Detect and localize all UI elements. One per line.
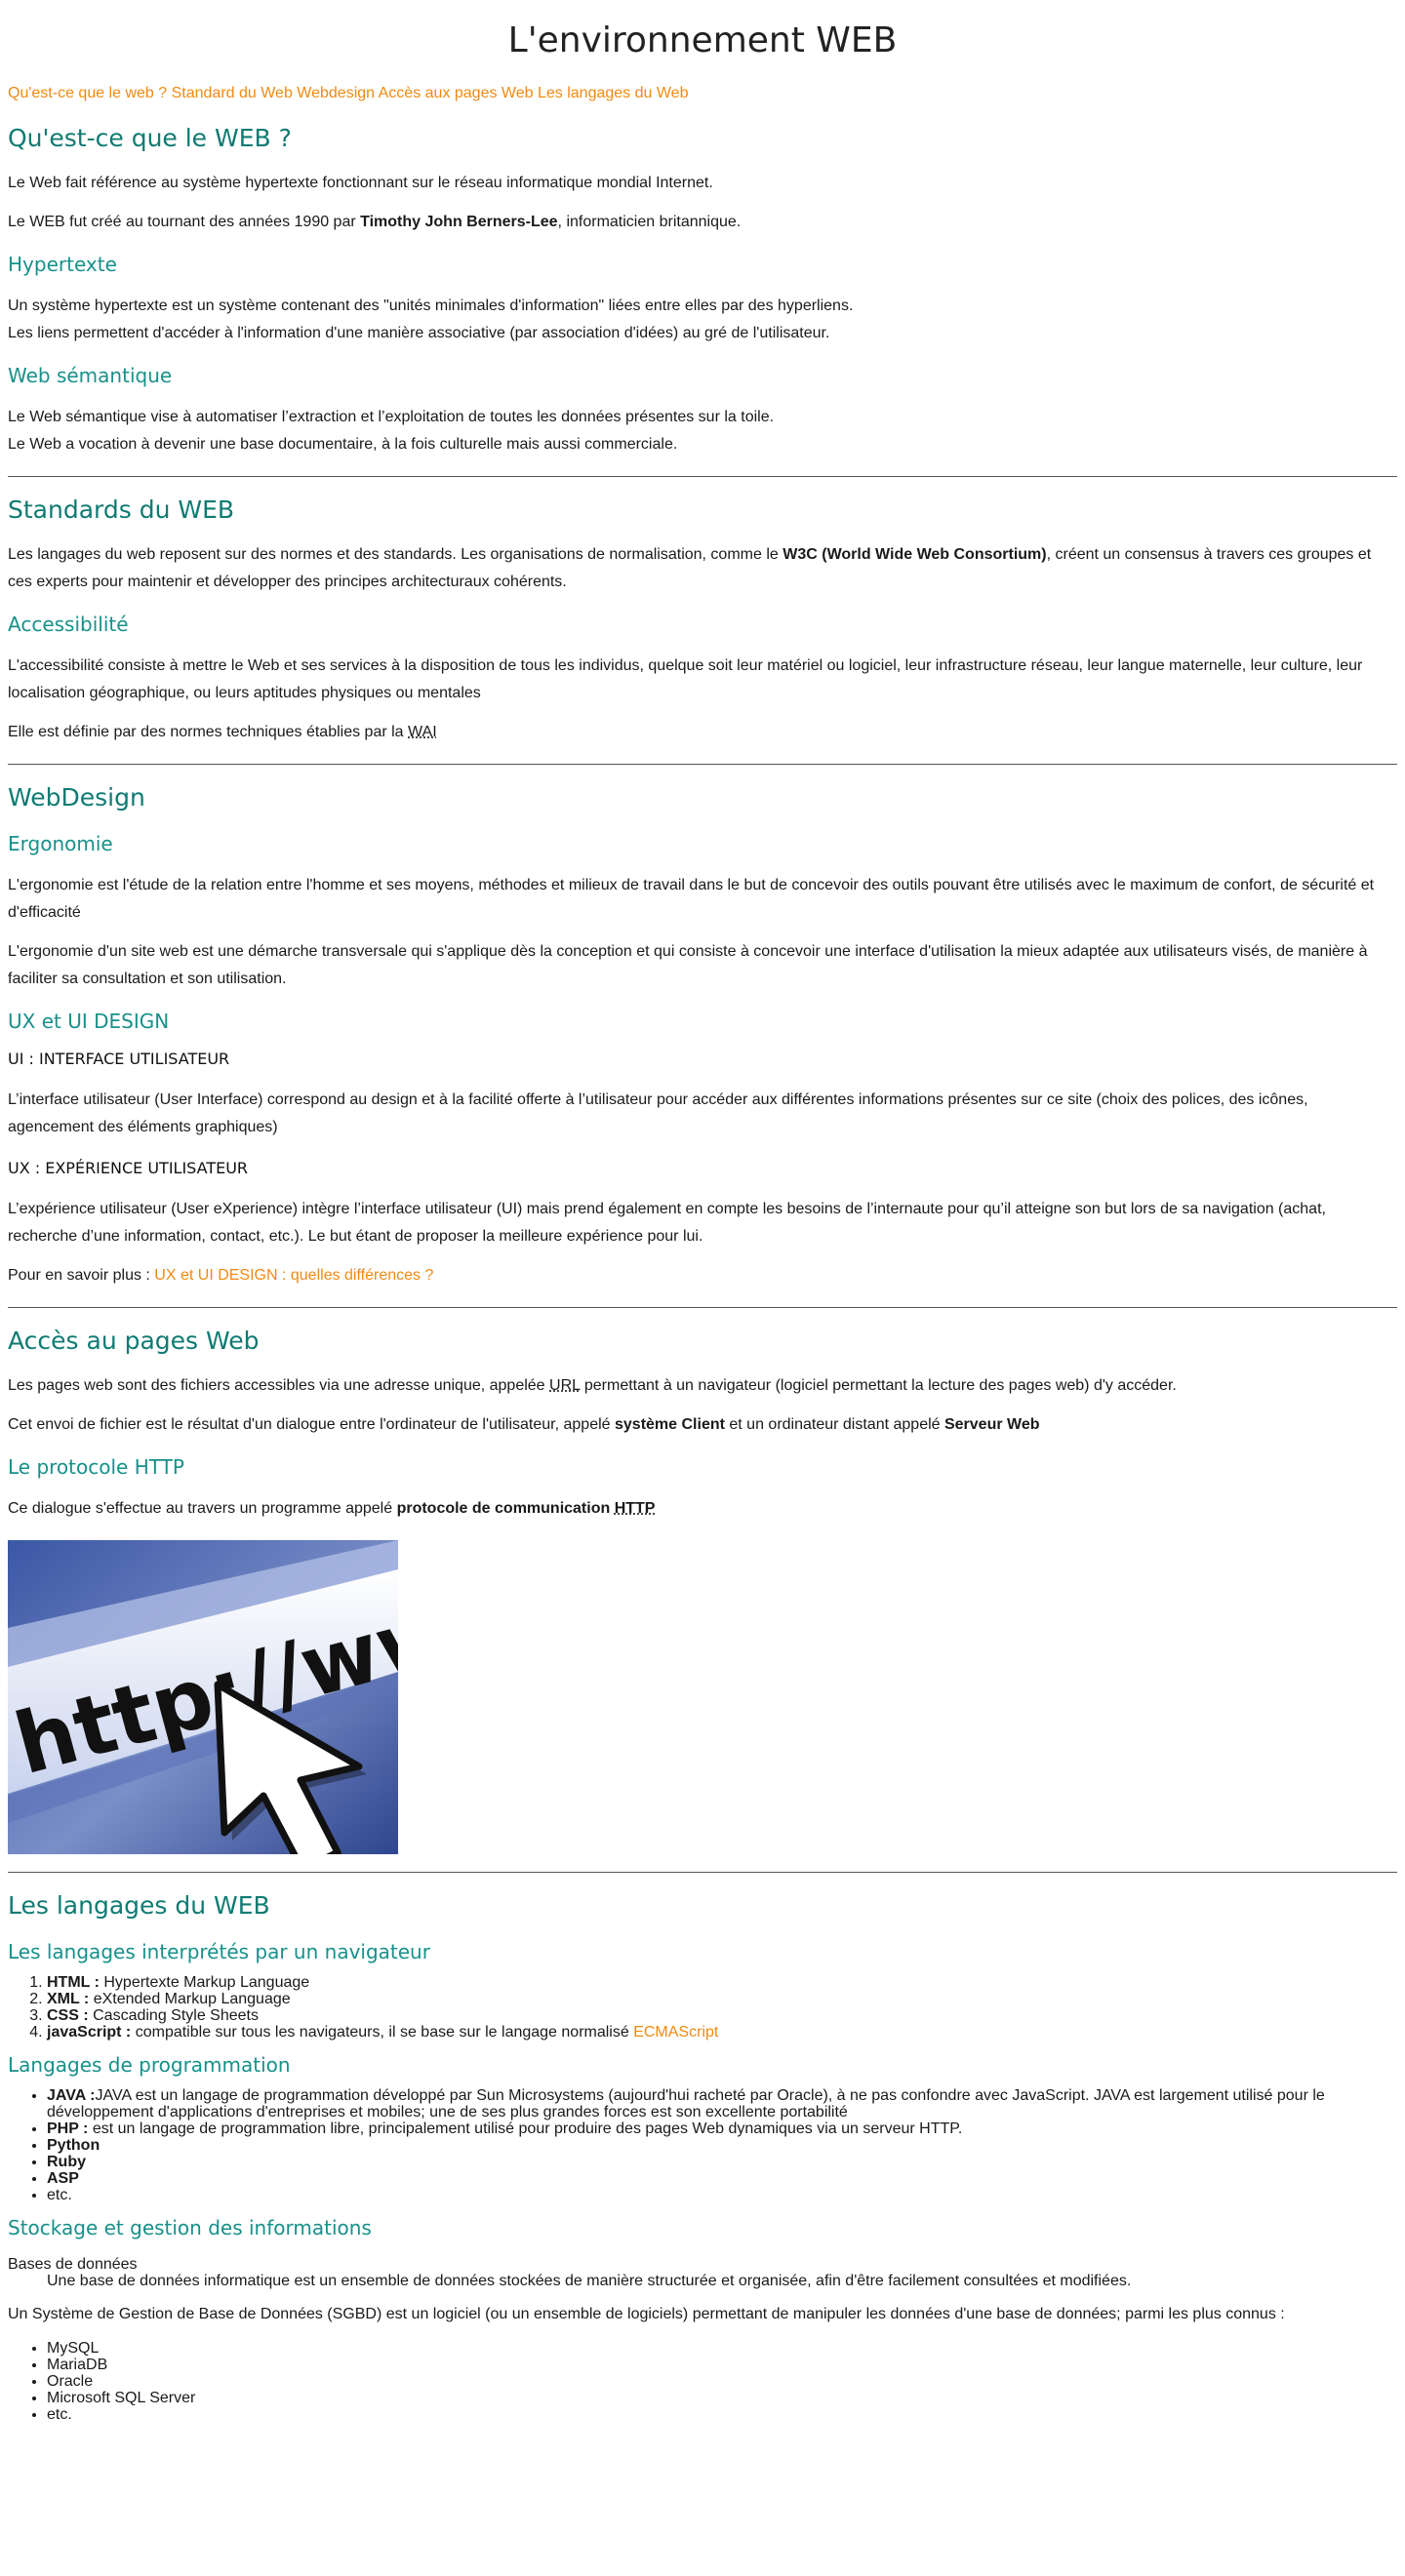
paragraph: Le Web fait référence au système hyperte… [8, 175, 713, 191]
list-item: MariaDB [47, 2357, 1397, 2373]
page: L'environnement WEB Qu'est-ce que le web… [0, 0, 1405, 2423]
paragraph: L'ergonomie d'un site web est une démarc… [8, 943, 1368, 987]
link-ecmascript[interactable]: ECMAScript [633, 2024, 718, 2041]
list-item: Python [47, 2137, 1397, 2154]
paragraph: Le Web sémantique vise à automatiser l’e… [8, 409, 775, 453]
list-item: ASP [47, 2170, 1397, 2187]
list-item: HTML : Hypertexte Markup Language [47, 1974, 1397, 1991]
subheading-hypertexte: Hypertexte [8, 253, 117, 276]
http-illustration-image: http://www [8, 1540, 398, 1854]
paragraph: Un système hypertexte est un système con… [8, 297, 854, 341]
subheading-accessibilite: Accessibilité [8, 613, 129, 636]
subheading-ux: UX : EXPÉRIENCE UTILISATEUR [8, 1159, 249, 1177]
paragraph: Ce dialogue s'effectue au travers un pro… [8, 1500, 656, 1517]
nav-link-langages[interactable]: Les langages du Web [538, 85, 688, 101]
paragraph: Un Système de Gestion de Base de Données… [8, 2306, 1285, 2322]
list-item: etc. [47, 2187, 1397, 2203]
page-title: L'environnement WEB [507, 20, 898, 60]
paragraph: Les pages web sont des fichiers accessib… [8, 1377, 1177, 1394]
list-item: Ruby [47, 2154, 1397, 2170]
browser-languages-list: HTML : Hypertexte Markup Language XML : … [8, 1974, 1397, 2041]
paragraph: Le WEB fut créé au tournant des années 1… [8, 214, 742, 230]
section-heading-web: Qu'est-ce que le WEB ? [8, 124, 292, 152]
list-item: JAVA :JAVA est un langage de programmati… [47, 2087, 1397, 2120]
list-item: PHP : est un langage de programmation li… [47, 2120, 1397, 2137]
section-heading-standards: Standards du WEB [8, 495, 235, 524]
section-heading-acces: Accès au pages Web [8, 1327, 260, 1355]
nav-link-standards[interactable]: Standard du Web [172, 85, 293, 101]
database-list: MySQL MariaDB Oracle Microsoft SQL Serve… [8, 2340, 1397, 2423]
list-item: CSS : Cascading Style Sheets [47, 2007, 1397, 2024]
list-item: Microsoft SQL Server [47, 2390, 1397, 2406]
section-divider [8, 1307, 1397, 1308]
nav-bar: Qu'est-ce que le web ? Standard du Web W… [8, 82, 1397, 105]
definition-description: Une base de données informatique est un … [47, 2273, 1132, 2289]
nav-link-webdesign[interactable]: Webdesign [297, 85, 375, 101]
subheading-langages-programmation: Langages de programmation [8, 2053, 291, 2077]
subheading-ergonomie: Ergonomie [8, 832, 113, 855]
list-item: Oracle [47, 2373, 1397, 2390]
programming-languages-list: JAVA :JAVA est un langage de programmati… [8, 2087, 1397, 2203]
link-ux-ui-differences[interactable]: UX et UI DESIGN : quelles différences ? [154, 1267, 433, 1284]
section-heading-webdesign: WebDesign [8, 783, 145, 812]
definition-list: Bases de données Une base de données inf… [8, 2256, 1397, 2289]
nav-link-web[interactable]: Qu'est-ce que le web ? [8, 85, 167, 101]
list-item: javaScript : compatible sur tous les nav… [47, 2024, 1397, 2041]
section-heading-langages: Les langages du WEB [8, 1891, 270, 1920]
abbr-http: HTTP [614, 1500, 656, 1517]
author-name: Timothy John Berners-Lee [360, 214, 558, 230]
section-divider [8, 764, 1397, 765]
paragraph: L’interface utilisateur (User Interface)… [8, 1091, 1308, 1135]
definition-term: Bases de données [8, 2256, 138, 2273]
section-divider [8, 1872, 1397, 1873]
nav-link-acces[interactable]: Accès aux pages Web [379, 85, 534, 101]
list-item: MySQL [47, 2340, 1397, 2357]
list-item: etc. [47, 2406, 1397, 2423]
subheading-ux-ui: UX et UI DESIGN [8, 1010, 170, 1033]
subheading-langages-navigateur: Les langages interprétés par un navigate… [8, 1940, 430, 1963]
paragraph: Les langages du web reposent sur des nor… [8, 546, 1372, 590]
paragraph: Cet envoi de fichier est le résultat d'u… [8, 1416, 1040, 1433]
section-divider [8, 476, 1397, 477]
subheading-http: Le protocole HTTP [8, 1455, 184, 1479]
abbr-url: URL [549, 1377, 581, 1394]
paragraph: Pour en savoir plus : UX et UI DESIGN : … [8, 1267, 434, 1284]
list-item: XML : eXtended Markup Language [47, 1991, 1397, 2007]
paragraph: L'ergonomie est l'étude de la relation e… [8, 877, 1375, 921]
abbr-wai: WAI [408, 724, 437, 740]
subheading-stockage: Stockage et gestion des informations [8, 2216, 372, 2239]
paragraph: L'accessibilité consiste à mettre le Web… [8, 657, 1363, 701]
paragraph: L’expérience utilisateur (User eXperienc… [8, 1201, 1326, 1245]
paragraph: Elle est définie par des normes techniqu… [8, 724, 437, 740]
subheading-ui: UI : INTERFACE UTILISATEUR [8, 1050, 230, 1068]
subheading-web-semantique: Web sémantique [8, 364, 173, 387]
